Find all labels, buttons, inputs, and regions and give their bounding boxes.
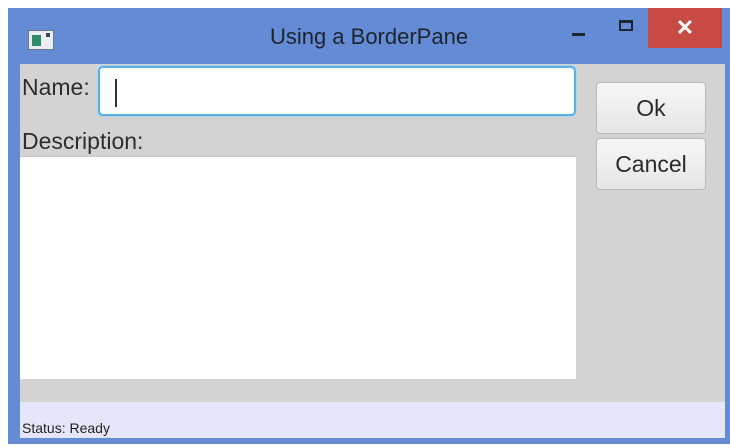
close-icon: ✕: [675, 15, 695, 40]
name-input[interactable]: [98, 66, 576, 116]
title-bar[interactable]: Using a BorderPane ✕: [8, 8, 730, 64]
minimize-button[interactable]: [563, 8, 593, 52]
description-label: Description:: [22, 128, 144, 154]
description-textarea[interactable]: [20, 156, 576, 379]
application-window: Using a BorderPane ✕ Name: Description: …: [8, 8, 730, 444]
ok-button[interactable]: Ok: [596, 82, 706, 134]
cancel-button[interactable]: Cancel: [596, 138, 706, 190]
status-bar: Status: Ready: [20, 402, 725, 438]
close-button[interactable]: ✕: [648, 8, 722, 48]
text-caret: [115, 79, 117, 107]
maximize-button[interactable]: [611, 8, 641, 52]
border-pane: Name: Description: Ok Cancel Status: Rea…: [20, 64, 725, 438]
name-label: Name:: [22, 74, 90, 100]
status-text: Status: Ready: [22, 420, 110, 436]
